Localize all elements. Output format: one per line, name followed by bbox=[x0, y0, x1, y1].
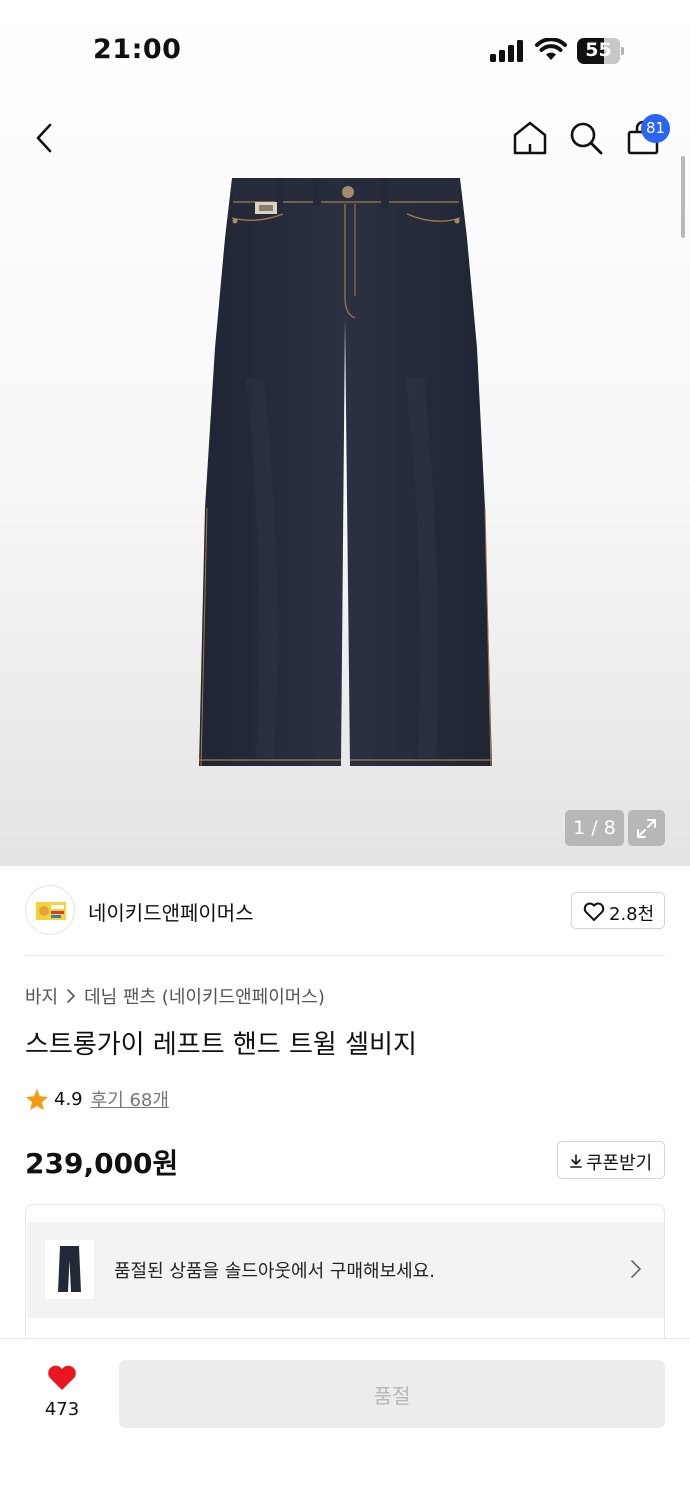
coupon-label: 쿠폰받기 bbox=[586, 1153, 653, 1174]
wifi-icon bbox=[535, 38, 567, 60]
battery-level: 55 bbox=[585, 39, 612, 61]
review-link[interactable]: 후기 68개 bbox=[91, 1086, 169, 1112]
breadcrumb: 바지 데님 팬츠 (네이키드앤페이머스) bbox=[25, 983, 325, 1009]
breadcrumb-subcategory[interactable]: 데님 팬츠 (네이키드앤페이머스) bbox=[84, 983, 325, 1009]
breadcrumb-category[interactable]: 바지 bbox=[25, 983, 58, 1009]
home-icon[interactable] bbox=[512, 120, 548, 156]
bottom-action-bar: 473 품절 bbox=[0, 1338, 690, 1500]
product-title: 스트롱가이 레프트 핸드 트윌 셀비지 bbox=[25, 1030, 417, 1060]
divider bbox=[25, 955, 665, 956]
rating-value: 4.9 bbox=[54, 1088, 83, 1110]
star-icon bbox=[26, 1088, 48, 1110]
chevron-right-icon bbox=[67, 989, 76, 1003]
brand-like-button[interactable]: 2.8천 bbox=[571, 892, 665, 929]
heart-outline-icon bbox=[583, 902, 605, 921]
product-price: 239,000원 bbox=[25, 1147, 179, 1180]
brand-logo[interactable] bbox=[25, 885, 75, 935]
cart-count-badge: 81 bbox=[641, 114, 670, 143]
chevron-right-icon bbox=[631, 1260, 642, 1278]
wishlist-count: 473 bbox=[44, 1399, 80, 1420]
brand-like-count: 2.8천 bbox=[609, 904, 655, 925]
buy-button-soldout[interactable]: 품절 bbox=[119, 1360, 665, 1428]
rating-row: 4.9 후기 68개 bbox=[25, 1085, 169, 1113]
top-nav bbox=[0, 100, 690, 180]
fullscreen-button[interactable] bbox=[628, 810, 665, 846]
battery-icon: 55 bbox=[577, 38, 625, 64]
soldout-product-thumbnail bbox=[45, 1240, 94, 1299]
product-photo bbox=[199, 178, 492, 767]
soldout-banner[interactable]: 품절된 상품을 솔드아웃에서 구매해보세요. bbox=[27, 1222, 664, 1318]
image-pager: 1 / 8 bbox=[565, 810, 624, 846]
heart-filled-icon bbox=[48, 1365, 76, 1390]
brand-row[interactable]: 네이키드앤페이머스 2.8천 bbox=[25, 885, 665, 935]
search-icon[interactable] bbox=[568, 120, 604, 156]
status-time: 21:00 bbox=[93, 34, 182, 65]
brand-logo-image bbox=[36, 902, 66, 920]
jeans-thumbnail-image bbox=[58, 1246, 81, 1292]
soldout-banner-text: 품절된 상품을 솔드아웃에서 구매해보세요. bbox=[114, 1261, 435, 1282]
download-icon bbox=[570, 1154, 582, 1168]
status-bar: 21:00 55 bbox=[0, 0, 690, 100]
back-arrow-icon[interactable] bbox=[33, 122, 55, 154]
cellular-signal-icon bbox=[490, 40, 524, 62]
expand-icon bbox=[637, 819, 656, 838]
coupon-download-button[interactable]: 쿠폰받기 bbox=[557, 1141, 665, 1179]
wishlist-button[interactable]: 473 bbox=[23, 1364, 101, 1428]
scrollbar bbox=[681, 156, 685, 238]
brand-name[interactable]: 네이키드앤페이머스 bbox=[88, 897, 254, 926]
